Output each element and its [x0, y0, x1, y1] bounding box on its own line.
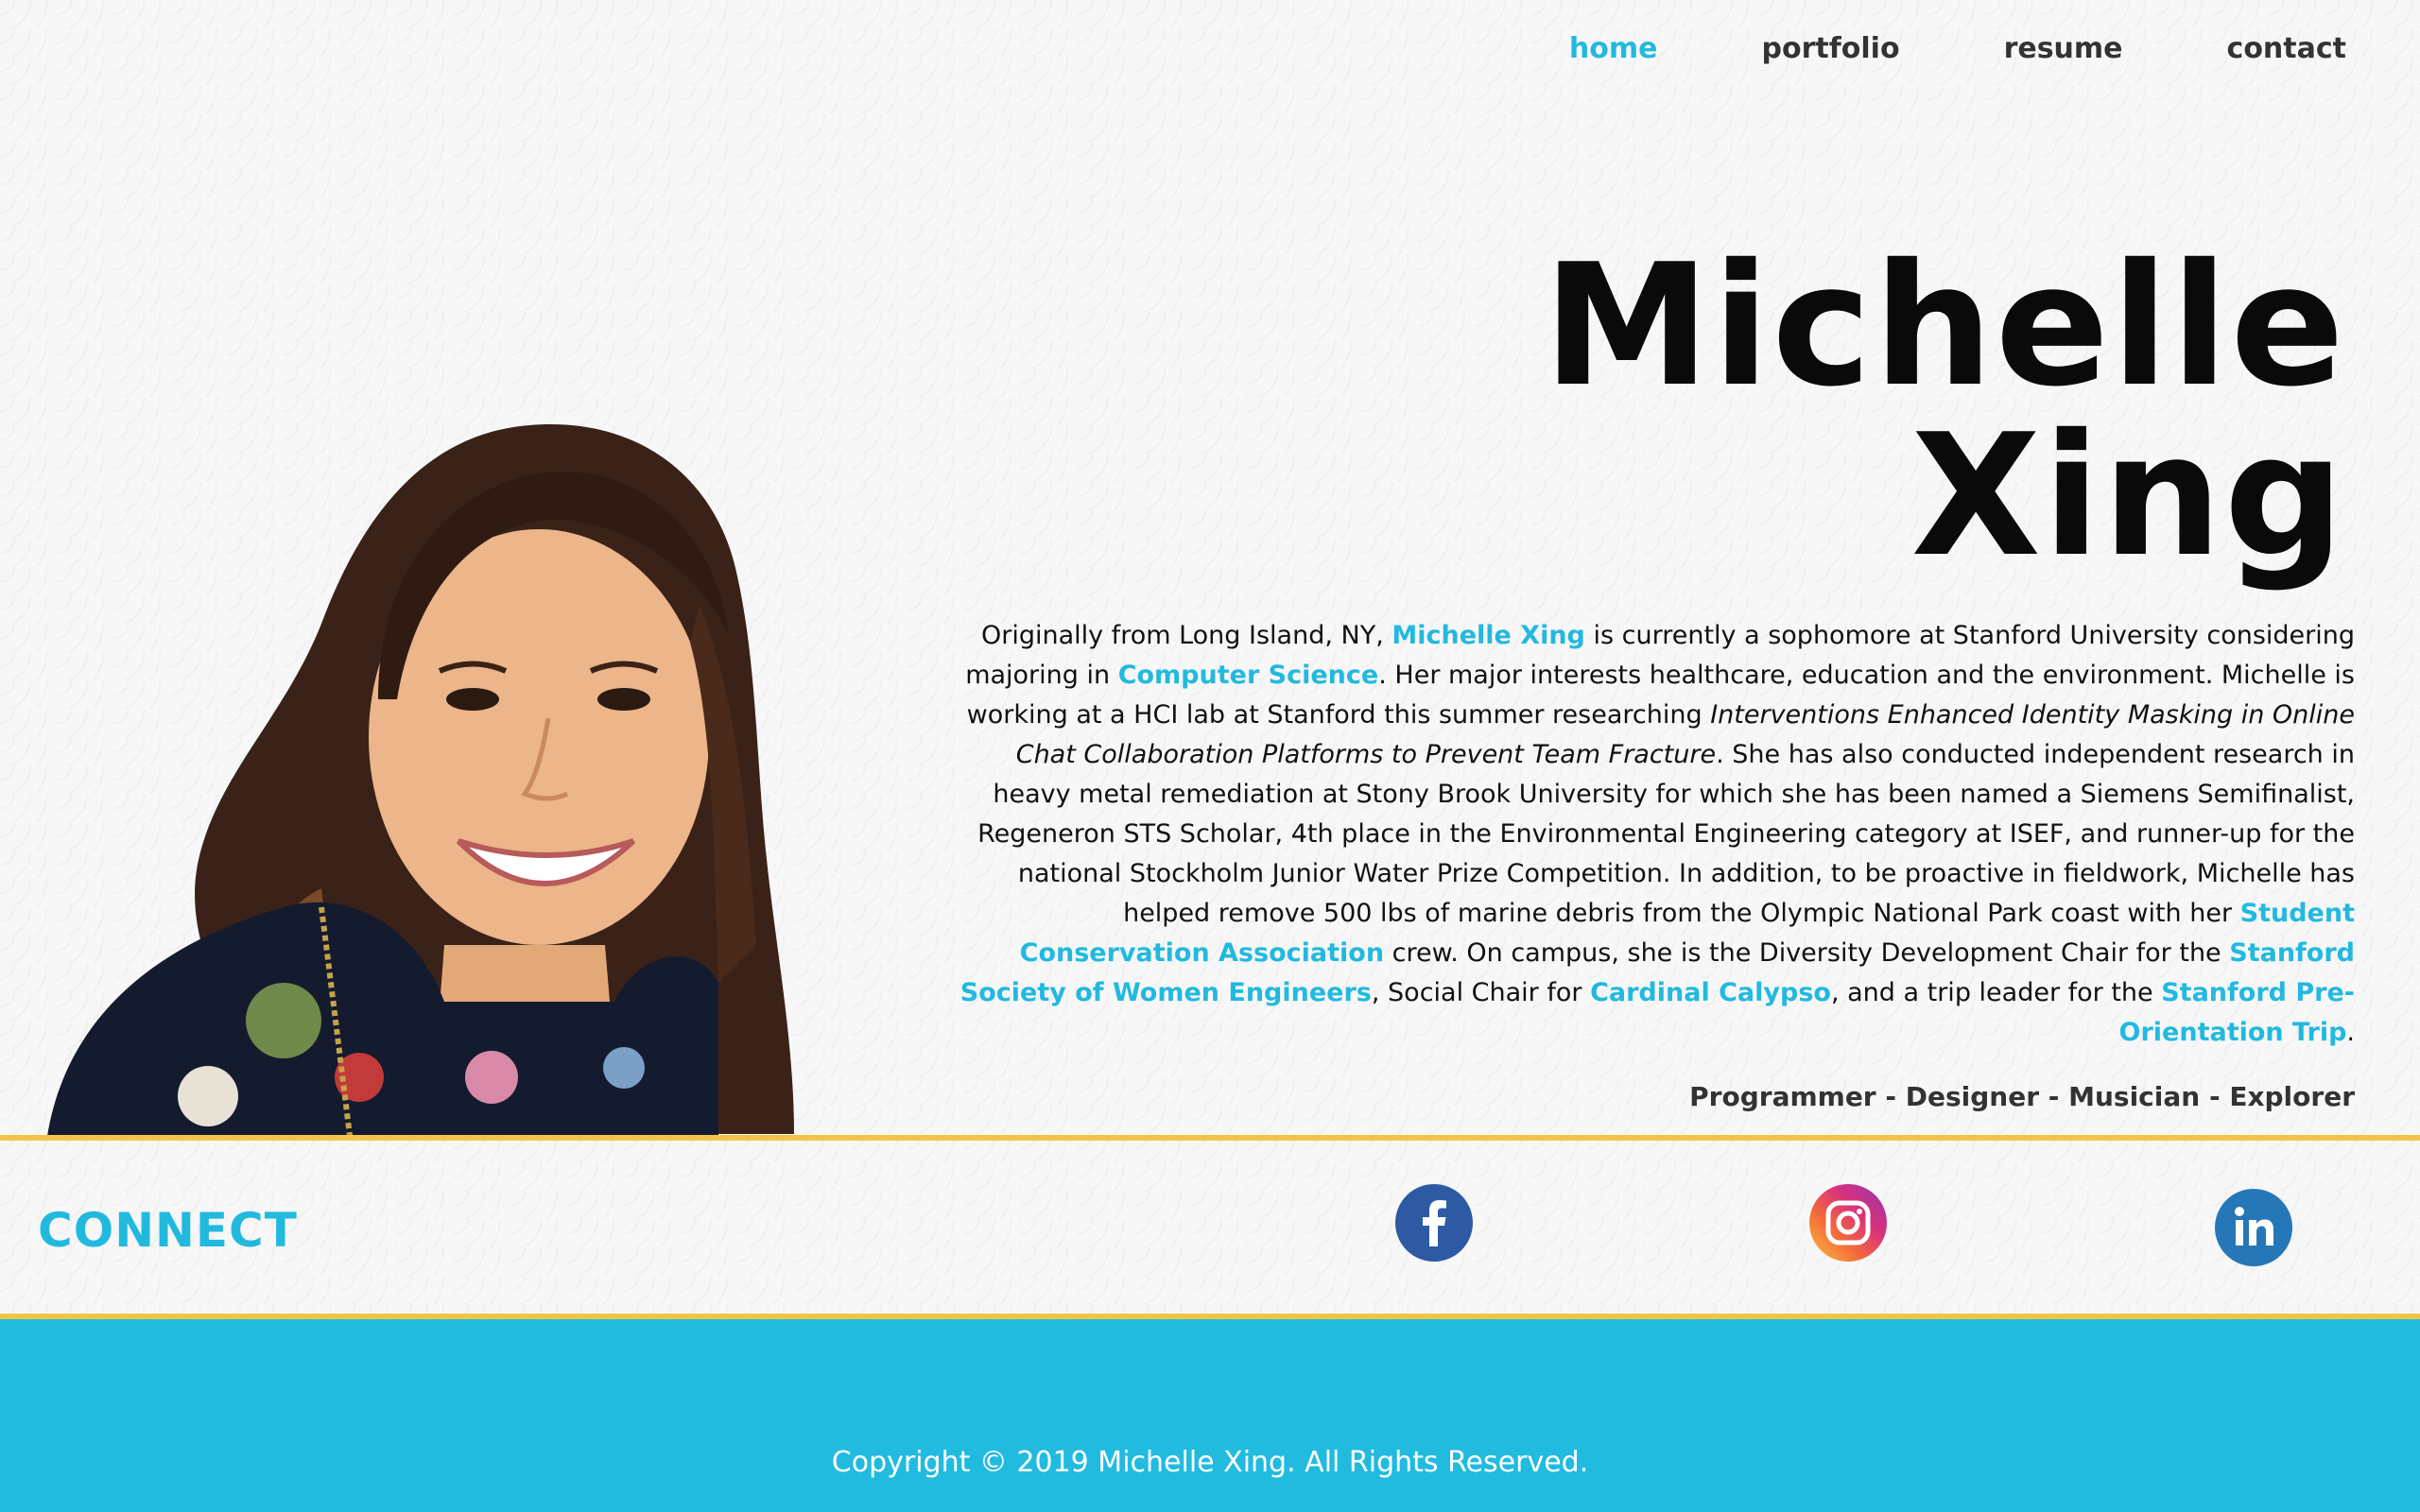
facebook-icon[interactable]: [1395, 1184, 1473, 1262]
divider-top: [0, 1135, 2420, 1141]
bio-text: , Social Chair for: [1371, 978, 1591, 1007]
bio-paragraph: Originally from Long Island, NY, Michell…: [955, 616, 2355, 1053]
top-navigation: home portfolio resume contact: [1465, 32, 2346, 65]
connect-heading: CONNECT: [38, 1203, 298, 1258]
instagram-icon[interactable]: [1809, 1184, 1887, 1262]
computer-science-link[interactable]: Computer Science: [1118, 661, 1379, 690]
bio-text: .: [2346, 1018, 2355, 1047]
cardinal-calypso-link[interactable]: Cardinal Calypso: [1590, 978, 1831, 1007]
hero-name-first: Michelle: [1543, 228, 2346, 423]
nav-contact-link[interactable]: contact: [2227, 32, 2346, 65]
profile-photo: [47, 424, 794, 1136]
nav-resume-link[interactable]: resume: [2004, 32, 2123, 65]
bio-text: , and a trip leader for the: [1830, 978, 2162, 1007]
bio-text: Originally from Long Island, NY,: [980, 621, 1392, 650]
footer: Copyright © 2019 Michelle Xing. All Righ…: [0, 1319, 2420, 1512]
nav-portfolio-link[interactable]: portfolio: [1762, 32, 1900, 65]
name-link[interactable]: Michelle Xing: [1392, 621, 1585, 650]
copyright-text: Copyright © 2019 Michelle Xing. All Righ…: [831, 1446, 1589, 1479]
linkedin-icon[interactable]: [2215, 1189, 2292, 1266]
bio-text: crew. On campus, she is the Diversity De…: [1384, 938, 2230, 968]
nav-home-link[interactable]: home: [1569, 32, 1658, 65]
hero-name-last: Xing: [1910, 398, 2346, 593]
hero-name: Michelle Xing: [1495, 241, 2346, 581]
tagline: Programmer - Designer - Musician - Explo…: [1689, 1081, 2355, 1112]
